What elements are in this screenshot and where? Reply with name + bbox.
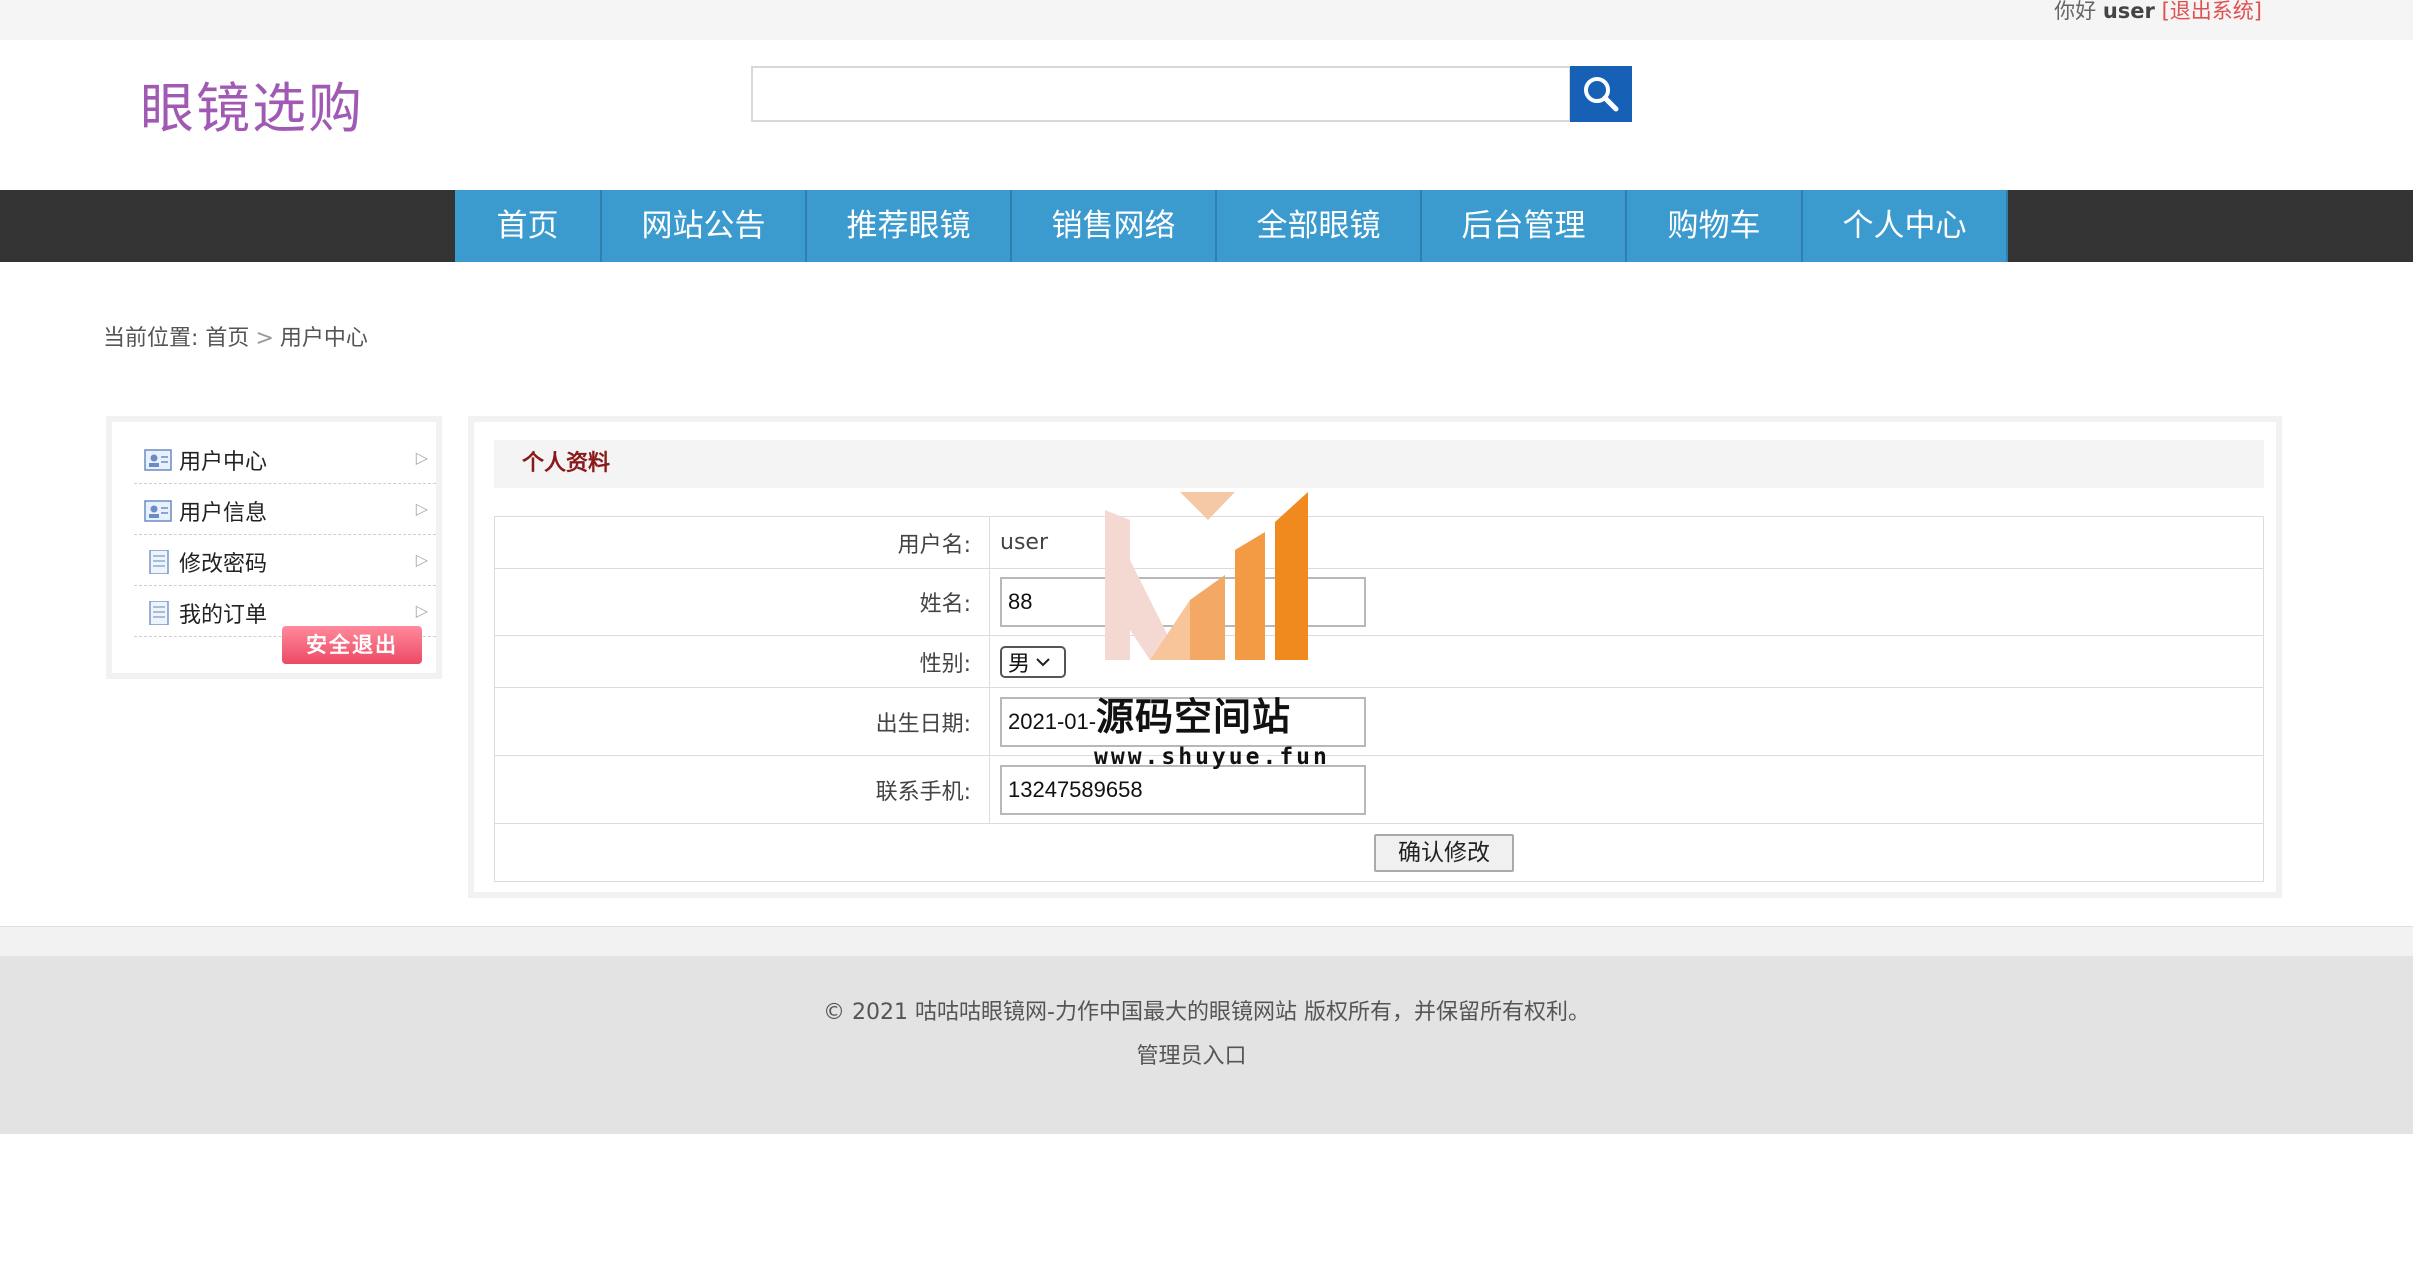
breadcrumb-home[interactable]: 首页 [205, 326, 249, 351]
user-card-icon [144, 500, 172, 522]
document-icon [149, 601, 169, 625]
nav-item-all-glasses[interactable]: 全部眼镜 [1217, 190, 1422, 262]
confirm-edit-button[interactable]: 确认修改 [1374, 833, 1514, 872]
search-icon [1584, 77, 1619, 112]
profile-form: 用户名: user 姓名: 性别: 男 出生日期: 联系手机: [494, 516, 2264, 882]
form-row-phone: 联系手机: [494, 755, 2264, 824]
footer-separator [0, 926, 2413, 956]
safe-logout-button[interactable]: 安全退出 [282, 626, 422, 664]
nav-item-recommended[interactable]: 推荐眼镜 [807, 190, 1012, 262]
sidebar-item-user-info[interactable]: 用户信息 ▷ [134, 485, 436, 535]
watermark-title: 源码空间站 [1096, 695, 1292, 739]
sidebar-item-user-center[interactable]: 用户中心 ▷ [134, 434, 436, 484]
chevron-right-icon: ▷ [415, 550, 428, 569]
name-label: 姓名: [494, 568, 990, 636]
sidebar-item-label: 用户中心 [179, 450, 268, 475]
nav-item-announcements[interactable]: 网站公告 [602, 190, 807, 262]
top-bar: 你好 user [退出系统] [0, 0, 2413, 40]
gender-selected-value: 男 [1008, 651, 1031, 677]
logout-link[interactable]: [退出系统] [2162, 0, 2262, 23]
nav-item-cart[interactable]: 购物车 [1627, 190, 1803, 262]
greeting-text: 你好 [2054, 0, 2097, 23]
sidebar-item-label: 我的订单 [179, 603, 268, 628]
nav-item-sales-network[interactable]: 销售网络 [1012, 190, 1217, 262]
nav-item-user-center[interactable]: 个人中心 [1803, 190, 2008, 262]
form-row-username: 用户名: user [494, 516, 2264, 569]
search-input[interactable] [751, 66, 1571, 122]
user-card-icon [144, 449, 172, 471]
gender-select[interactable]: 男 [1000, 645, 1066, 678]
breadcrumb: 当前位置: 首页 > 用户中心 [103, 324, 368, 354]
nav-item-admin[interactable]: 后台管理 [1422, 190, 1627, 262]
name-field[interactable] [1000, 577, 1366, 627]
birth-label: 出生日期: [494, 687, 990, 756]
form-row-name: 姓名: [494, 568, 2264, 636]
chevron-down-icon [1036, 657, 1050, 666]
profile-panel: 个人资料 用户名: user 姓名: 性别: 男 出生日期: 联系手机: [468, 416, 2282, 898]
welcome-text: 你好 user [退出系统] [2054, 0, 2262, 22]
sidebar: 用户中心 ▷ 用户信息 ▷ 修改密码 ▷ 我的订单 ▷ 安全退出 [106, 416, 442, 679]
chevron-right-icon: ▷ [415, 601, 428, 620]
breadcrumb-prefix: 当前位置: [103, 326, 199, 351]
nav-item-home[interactable]: 首页 [455, 190, 602, 262]
document-icon [149, 550, 169, 574]
search-button[interactable] [1570, 66, 1632, 122]
copyright-text: © 2021 咕咕咕眼镜网-力作中国最大的眼镜网站 版权所有，并保留所有权利。 [823, 1000, 1590, 1025]
form-row-gender: 性别: 男 [494, 635, 2264, 688]
panel-title: 个人资料 [522, 451, 611, 476]
form-row-birth: 出生日期: [494, 687, 2264, 756]
chevron-right-icon: ▷ [415, 448, 428, 467]
sidebar-item-label: 修改密码 [179, 552, 268, 577]
breadcrumb-current: 用户中心 [279, 326, 368, 351]
gender-label: 性别: [494, 635, 990, 688]
username-label: 用户名: [494, 516, 990, 569]
sidebar-item-label: 用户信息 [179, 501, 268, 526]
phone-label: 联系手机: [494, 755, 990, 824]
watermark-url: www.shuyue.fun [1094, 744, 1330, 770]
form-row-submit: 确认修改 [494, 823, 2264, 882]
username-value: user [989, 516, 2264, 569]
admin-entry-link[interactable]: 管理员入口 [0, 1042, 2383, 1072]
footer: © 2021 咕咕咕眼镜网-力作中国最大的眼镜网站 版权所有，并保留所有权利。 … [0, 956, 2413, 1134]
main-nav: 首页 网站公告 推荐眼镜 销售网络 全部眼镜 后台管理 购物车 个人中心 [455, 190, 2008, 262]
panel-header: 个人资料 [494, 440, 2264, 488]
phone-field[interactable] [1000, 764, 1366, 815]
breadcrumb-separator: > [255, 326, 274, 351]
chevron-right-icon: ▷ [415, 499, 428, 518]
username-text: user [2102, 0, 2155, 23]
site-logo[interactable]: 眼镜选购 [140, 74, 364, 144]
sidebar-item-change-password[interactable]: 修改密码 ▷ [134, 536, 436, 586]
